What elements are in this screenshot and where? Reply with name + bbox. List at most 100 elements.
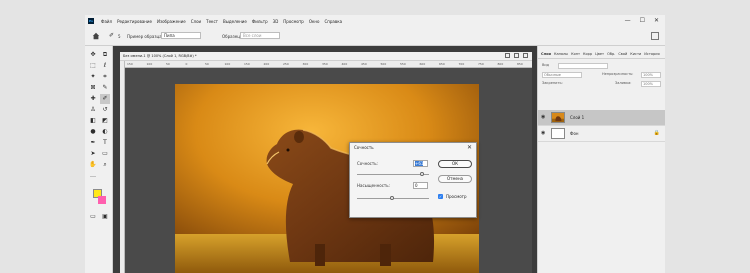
panel-tab[interactable]: Свой — [618, 49, 627, 58]
menu-item[interactable]: Текст — [206, 19, 218, 24]
menu-item[interactable]: Окно — [309, 19, 320, 24]
menu-item[interactable]: Слои — [191, 19, 201, 24]
panel-tab[interactable]: Конт — [571, 49, 580, 58]
saturation-input[interactable]: 0 — [413, 182, 428, 189]
menu-item[interactable]: Выделение — [223, 19, 247, 24]
more-tools-icon[interactable]: … — [88, 171, 98, 181]
pen-tool-icon[interactable]: ✒ — [88, 138, 98, 148]
sample-layers-label: Образец: — [222, 34, 242, 39]
menu-item[interactable]: Изображение — [157, 19, 186, 24]
window-controls: — ☐ ✕ — [625, 17, 659, 24]
healing-brush-tool-icon[interactable]: ✚ — [88, 94, 98, 104]
ruler-tick-label: 300 — [302, 62, 309, 66]
panel-tab[interactable]: Цвет — [595, 49, 604, 58]
lasso-tool-icon[interactable]: ℓ — [100, 61, 110, 71]
layer-thumbnail — [551, 128, 565, 139]
visibility-eye-icon[interactable]: ◉ — [541, 130, 545, 136]
stamp-tool-icon[interactable]: ♙ — [88, 105, 98, 115]
sample-select[interactable]: Пипа — [161, 32, 201, 39]
ruler-tick-label: 400 — [341, 62, 348, 66]
history-brush-tool-icon[interactable]: ↺ — [100, 105, 110, 115]
canvas-area[interactable]: Сочность ✕ Сочность: +61 Насыщенность: 0… — [125, 68, 532, 273]
opacity-field[interactable]: 100% — [641, 72, 661, 78]
sample-select-value: Пипа — [164, 33, 175, 38]
ruler-tick-label: 500 — [380, 62, 387, 66]
menu-item[interactable]: Редактирование — [117, 19, 152, 24]
layer-filter-field[interactable] — [558, 63, 608, 69]
quick-mask-icon[interactable]: ▭ — [88, 212, 98, 222]
magic-wand-tool-icon[interactable]: ✦ — [88, 72, 98, 82]
sample-layers-select[interactable]: Все слои — [240, 32, 280, 39]
background-color-swatch[interactable] — [98, 196, 106, 204]
preview-checkbox[interactable]: ✓ — [438, 194, 443, 199]
minimize-doc-icon[interactable] — [505, 53, 510, 58]
ruler-tick-label: 650 — [439, 62, 445, 66]
layer-name: Слой 1 — [570, 115, 585, 120]
panel-tab[interactable]: Кисти — [630, 49, 641, 58]
text-tool-icon[interactable]: T — [100, 138, 110, 148]
screen-mode-icon[interactable]: ▣ — [100, 212, 110, 222]
ruler-tick-label: 150 — [244, 62, 250, 66]
gradient-tool-icon[interactable]: ◩ — [100, 116, 110, 126]
rectangle-tool-icon[interactable]: ▭ — [100, 149, 110, 159]
horizontal-ruler[interactable]: 150 100 50 0 50 100 150 200 250 300 350 400 450 500 55… — [125, 61, 532, 68]
menu-item[interactable]: Фильтр — [252, 19, 268, 24]
blend-mode-select[interactable]: Обычные — [542, 72, 582, 78]
marquee-tool-icon[interactable]: ⬚ — [88, 61, 98, 71]
brush-tool-icon[interactable]: ✐ — [100, 94, 110, 104]
menu-item[interactable]: Файл — [101, 19, 112, 24]
ruler-tick-label: 150 — [127, 62, 133, 66]
blur-tool-icon[interactable]: ● — [88, 127, 98, 137]
sample-layers-value: Все слои — [243, 33, 262, 38]
zoom-tool-icon[interactable]: ⌕ — [100, 160, 110, 170]
crop-tool-icon[interactable]: ⌗ — [100, 72, 110, 82]
panel-tab[interactable]: Обр. — [607, 49, 615, 58]
close-doc-icon[interactable] — [523, 53, 528, 58]
panel-tab[interactable]: Слои — [541, 49, 551, 58]
panel-tab[interactable]: Корр — [583, 49, 592, 58]
ruler-tick-label: 350 — [322, 62, 328, 66]
path-selection-tool-icon[interactable]: ➤ — [88, 149, 98, 159]
frame-tool-icon[interactable]: ⊠ — [88, 83, 98, 93]
dodge-tool-icon[interactable]: ◐ — [100, 127, 110, 137]
menu-item[interactable]: Справка — [324, 19, 342, 24]
artboard-tool-icon[interactable]: ⧉ — [100, 50, 110, 60]
brush-preset-icon[interactable]: ✐ — [109, 32, 114, 39]
fill-field[interactable]: 100% — [641, 81, 661, 87]
layers-panel: Слои Каналы Конт Корр Цвет Обр. Свой Кисти Истор… — [537, 46, 665, 273]
visibility-eye-icon[interactable]: ◉ — [541, 114, 545, 120]
maximize-icon[interactable]: ☐ — [640, 17, 645, 24]
document-tab[interactable]: Без имени-1 @ 100% (Слой 1, RGB/8#) * — [120, 52, 532, 61]
move-tool-icon[interactable]: ✥ — [88, 50, 98, 60]
menu-bar: Ps Файл Редактирование Изображение Слои Текс… — [85, 15, 665, 27]
dialog-title: Сочность — [354, 145, 374, 150]
vibrance-slider-thumb[interactable] — [420, 172, 424, 176]
saturation-label: Насыщенность: — [357, 183, 390, 188]
ruler-tick-label: 50 — [205, 62, 209, 66]
vibrance-slider-track[interactable] — [357, 174, 429, 175]
blend-mode-value: Обычные — [544, 73, 561, 77]
ruler-tick-label: 200 — [263, 62, 270, 66]
close-window-icon[interactable]: ✕ — [654, 17, 659, 24]
eraser-tool-icon[interactable]: ◧ — [88, 116, 98, 126]
home-icon[interactable] — [92, 32, 100, 40]
panel-tab[interactable]: Каналы — [554, 49, 568, 58]
cancel-button[interactable]: Отмена — [438, 175, 472, 183]
maximize-doc-icon[interactable] — [514, 53, 519, 58]
vibrance-input[interactable]: +61 — [413, 160, 428, 167]
hand-tool-icon[interactable]: ✋ — [88, 160, 98, 170]
panel-tab[interactable]: История — [644, 49, 659, 58]
menu-item[interactable]: 3D — [273, 19, 279, 24]
close-icon[interactable]: ✕ — [467, 144, 472, 151]
layer-thumbnail — [551, 112, 565, 123]
layer-row-layer1[interactable]: ◉ Слой 1 — [538, 110, 665, 126]
menu-list: Файл Редактирование Изображение Слои Текст Вы… — [101, 15, 342, 27]
ok-button[interactable]: ОК — [438, 160, 472, 168]
saturation-slider-thumb[interactable] — [390, 196, 394, 200]
menu-item[interactable]: Просмотр — [283, 19, 304, 24]
preview-label: Просмотр — [446, 194, 467, 199]
eyedropper-tool-icon[interactable]: ✎ — [100, 83, 110, 93]
layer-row-background[interactable]: ◉ Фон 🔒 — [538, 126, 665, 142]
minimize-icon[interactable]: — — [625, 17, 631, 24]
workspace-icon[interactable] — [651, 32, 659, 40]
